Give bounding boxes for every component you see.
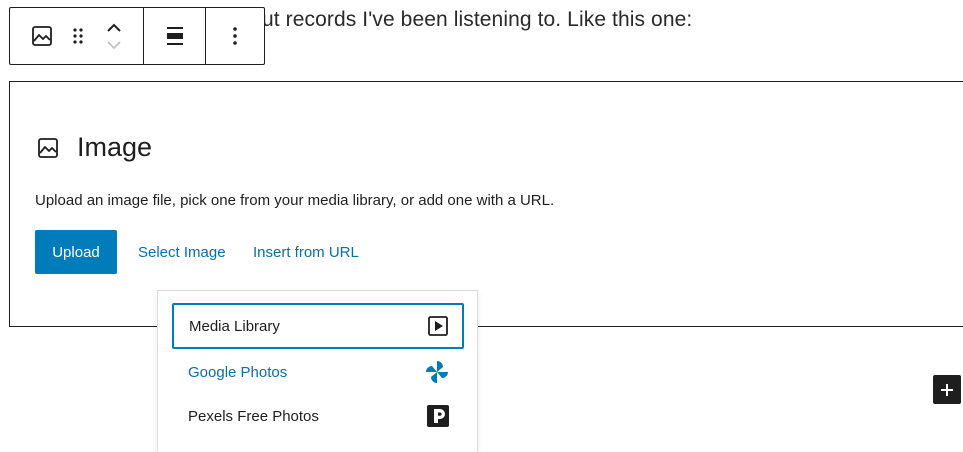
- more-vertical-icon[interactable]: [223, 21, 247, 51]
- plus-icon: [939, 382, 955, 398]
- toolbar-group-more: [206, 8, 264, 64]
- align-center-icon[interactable]: [160, 21, 190, 51]
- add-block-button[interactable]: [933, 375, 961, 404]
- image-block-header: Image: [37, 132, 152, 163]
- toolbar-group-align: [144, 8, 207, 64]
- image-icon[interactable]: [27, 21, 57, 51]
- menu-item-label: Pexels Free Photos: [188, 407, 319, 425]
- move-buttons: [104, 19, 124, 53]
- media-library-icon: [427, 315, 449, 337]
- image-block-instructions: Upload an image file, pick one from your…: [35, 192, 555, 209]
- editor-canvas: ut records I've been listening to. Like …: [0, 0, 963, 452]
- select-image-dropdown: Media Library Google Photos Pexels Free …: [157, 290, 478, 452]
- insert-from-url-button[interactable]: Insert from URL: [253, 244, 359, 261]
- toolbar-group-block: [10, 8, 145, 64]
- select-image-button[interactable]: Select Image: [138, 244, 226, 261]
- image-block-title: Image: [77, 132, 153, 162]
- menu-item-pexels-free-photos[interactable]: Pexels Free Photos: [172, 393, 464, 439]
- chevron-up-icon[interactable]: [104, 19, 124, 37]
- block-toolbar: [9, 7, 265, 65]
- image-icon: [37, 137, 59, 159]
- menu-item-google-photos[interactable]: Google Photos: [172, 349, 464, 395]
- paragraph-block[interactable]: ut records I've been listening to. Like …: [262, 8, 692, 32]
- chevron-down-icon[interactable]: [104, 37, 124, 53]
- menu-item-label: Media Library: [189, 317, 280, 335]
- pexels-icon: [426, 404, 450, 428]
- upload-button[interactable]: Upload: [35, 230, 117, 274]
- menu-item-media-library[interactable]: Media Library: [172, 303, 464, 349]
- google-photos-icon: [424, 359, 450, 385]
- drag-handle-icon[interactable]: [68, 21, 88, 51]
- menu-item-label: Google Photos: [188, 363, 288, 381]
- image-block-placeholder[interactable]: Image Upload an image file, pick one fro…: [9, 81, 963, 327]
